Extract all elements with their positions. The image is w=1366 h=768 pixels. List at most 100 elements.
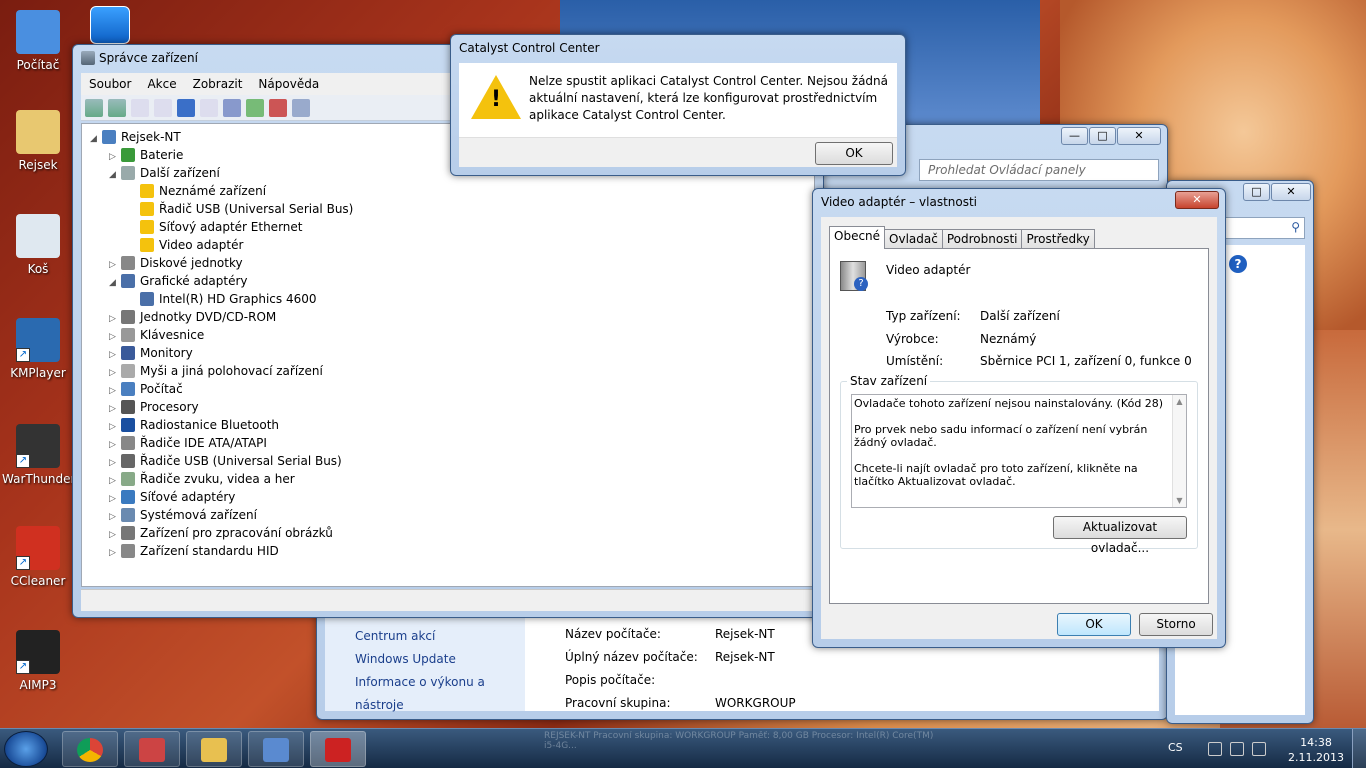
help-icon[interactable] — [177, 98, 195, 117]
maximize-button[interactable]: □ — [1089, 127, 1116, 145]
update-driver-button[interactable]: Aktualizovat ovladač... — [1053, 516, 1187, 555]
tree-node[interactable]: ▷ Síťové adaptéry — [90, 488, 353, 506]
cancel-button[interactable]: Storno — [1139, 613, 1213, 636]
desktop-icon-user-folder[interactable]: Rejsek — [2, 110, 74, 172]
tree-node[interactable]: ▷ Řadiče IDE ATA/ATAPI — [90, 434, 353, 452]
link-performance[interactable]: Informace o výkonu a nástroje — [355, 671, 525, 712]
tree-node[interactable]: ▷ Procesory — [90, 398, 353, 416]
tree-node[interactable]: Síťový adaptér Ethernet — [90, 218, 353, 236]
desktop-icon-warthunder[interactable]: ↗ WarThunder — [2, 424, 76, 486]
question-icon: ? — [854, 277, 868, 291]
scroll-down-icon[interactable]: ▼ — [1173, 494, 1186, 507]
clock[interactable]: 14:38 2.11.2013 — [1288, 735, 1344, 765]
tree-node[interactable]: ▷ Řadiče zvuku, videa a her — [90, 470, 353, 488]
show-desktop-button[interactable] — [1352, 729, 1366, 768]
catalyst-dialog[interactable]: Catalyst Control Center ! Nelze spustit … — [450, 34, 906, 176]
ok-button[interactable]: OK — [1057, 613, 1131, 636]
status-textbox[interactable]: Ovladače tohoto zařízení nejsou nainstal… — [851, 394, 1187, 508]
system-device-icon — [121, 508, 135, 522]
tree-node[interactable]: ▷ Myši a jiná polohovací zařízení — [90, 362, 353, 380]
tree-node[interactable]: ◢ Grafické adaptéry — [90, 272, 353, 290]
taskbar-chrome[interactable] — [62, 731, 118, 767]
minimize-button[interactable]: — — [1061, 127, 1088, 145]
tree-node[interactable]: ◢ Další zařízení — [90, 164, 353, 182]
taskbar-control-panel[interactable] — [248, 731, 304, 767]
tree-node[interactable]: Neznámé zařízení — [90, 182, 353, 200]
tab-driver[interactable]: Ovladač — [884, 229, 943, 249]
menu-help[interactable]: Nápověda — [250, 77, 327, 91]
desktop-icon-aimp[interactable]: ↗ AIMP3 — [2, 630, 74, 692]
scroll-up-icon[interactable]: ▲ — [1173, 395, 1186, 408]
taskbar-device-manager[interactable] — [310, 731, 366, 767]
close-button[interactable]: ✕ — [1271, 183, 1311, 201]
tree-node[interactable]: ▷ Počítač — [90, 380, 353, 398]
forward-icon[interactable] — [108, 98, 126, 117]
taskbar-app[interactable] — [124, 731, 180, 767]
update-driver-icon[interactable] — [246, 98, 264, 117]
tree-root[interactable]: ◢ Rejsek-NT — [90, 128, 353, 146]
network-icon[interactable] — [1230, 742, 1244, 756]
warthunder-icon: ↗ — [16, 424, 60, 468]
scrollbar[interactable]: ▲ ▼ — [1172, 395, 1186, 507]
maximize-button[interactable]: □ — [1243, 183, 1270, 201]
tree-node-label: Počítač — [140, 382, 183, 396]
tree-node[interactable]: ▷ Radiostanice Bluetooth — [90, 416, 353, 434]
warning-device-icon — [140, 184, 154, 198]
help-icon[interactable]: ? — [1229, 255, 1247, 273]
tab-resources[interactable]: Prostředky — [1021, 229, 1095, 249]
close-button[interactable]: ✕ — [1175, 191, 1219, 209]
back-icon[interactable] — [85, 98, 103, 117]
imaging-device-icon — [121, 526, 135, 540]
tab-details[interactable]: Podrobnosti — [941, 229, 1023, 249]
desktop-icon-kmplayer[interactable]: ↗ KMPlayer — [2, 318, 74, 380]
menu-file[interactable]: Soubor — [81, 77, 139, 91]
status-bar — [81, 589, 815, 611]
desktop-icon-label: WarThunder — [2, 472, 76, 486]
tree-node[interactable]: Intel(R) HD Graphics 4600 — [90, 290, 353, 308]
tree-node-label: Síťové adaptéry — [140, 490, 236, 504]
start-button[interactable] — [4, 731, 48, 767]
taskbar-explorer[interactable] — [186, 731, 242, 767]
desktop-icon-label: CCleaner — [10, 574, 66, 588]
expander-icon[interactable]: ▷ — [109, 544, 121, 562]
properties-icon[interactable] — [131, 98, 149, 117]
scan-icon[interactable] — [223, 98, 241, 117]
close-button[interactable]: ✕ — [1117, 127, 1161, 145]
desktop-icon-recycle-bin[interactable]: Koš — [2, 214, 74, 276]
tree-node[interactable]: ▷ Zařízení pro zpracování obrázků — [90, 524, 353, 542]
tree-node[interactable]: ▷ Monitory — [90, 344, 353, 362]
tree-node-label: Monitory — [140, 346, 193, 360]
action-center-icon[interactable] — [1208, 742, 1222, 756]
menu-view[interactable]: Zobrazit — [185, 77, 251, 91]
properties-dialog[interactable]: Video adaptér – vlastnosti ✕ Obecné Ovla… — [812, 188, 1226, 648]
uninstall-icon[interactable] — [269, 98, 287, 117]
desktop-icon-ccleaner[interactable]: ↗ CCleaner — [2, 526, 74, 588]
language-indicator[interactable]: CS — [1168, 741, 1183, 754]
tree-node[interactable]: ▷ Systémová zařízení — [90, 506, 353, 524]
tree-node[interactable]: ▷ Řadiče USB (Universal Serial Bus) — [90, 452, 353, 470]
link-windows-update[interactable]: Windows Update — [355, 648, 525, 671]
tree-node[interactable]: ▷ Diskové jednotky — [90, 254, 353, 272]
menu-action[interactable]: Akce — [139, 77, 184, 91]
app-icon — [139, 738, 165, 762]
tree-node[interactable]: ▷ Baterie — [90, 146, 353, 164]
info-key: Název počítače: — [565, 627, 661, 641]
volume-icon[interactable] — [1252, 742, 1266, 756]
tab-strip: Obecné Ovladač Podrobnosti Prostředky — [829, 226, 1095, 249]
device-tree-pane[interactable]: ◢ Rejsek-NT ▷ Baterie ◢ Další zařízení Neznámé… — [81, 123, 815, 587]
enable-icon[interactable] — [292, 98, 310, 117]
tree-node[interactable]: ▷ Jednotky DVD/CD-ROM — [90, 308, 353, 326]
tree-node[interactable]: ▷ Klávesnice — [90, 326, 353, 344]
tree-node-label: Baterie — [140, 148, 184, 162]
link-action-center[interactable]: Centrum akcí — [355, 625, 525, 648]
tab-general[interactable]: Obecné — [829, 226, 886, 249]
list-icon[interactable] — [154, 98, 172, 117]
teamviewer-icon[interactable] — [90, 6, 130, 44]
tree-node[interactable]: Řadič USB (Universal Serial Bus) — [90, 200, 353, 218]
tree-node[interactable]: Video adaptér — [90, 236, 353, 254]
desktop-icon-computer[interactable]: Počítač — [2, 10, 74, 72]
tree-node[interactable]: ▷ Zařízení standardu HID — [90, 542, 353, 560]
details-icon[interactable] — [200, 98, 218, 117]
ok-button[interactable]: OK — [815, 142, 893, 165]
search-input[interactable]: Prohledat Ovládací panely — [919, 159, 1159, 181]
